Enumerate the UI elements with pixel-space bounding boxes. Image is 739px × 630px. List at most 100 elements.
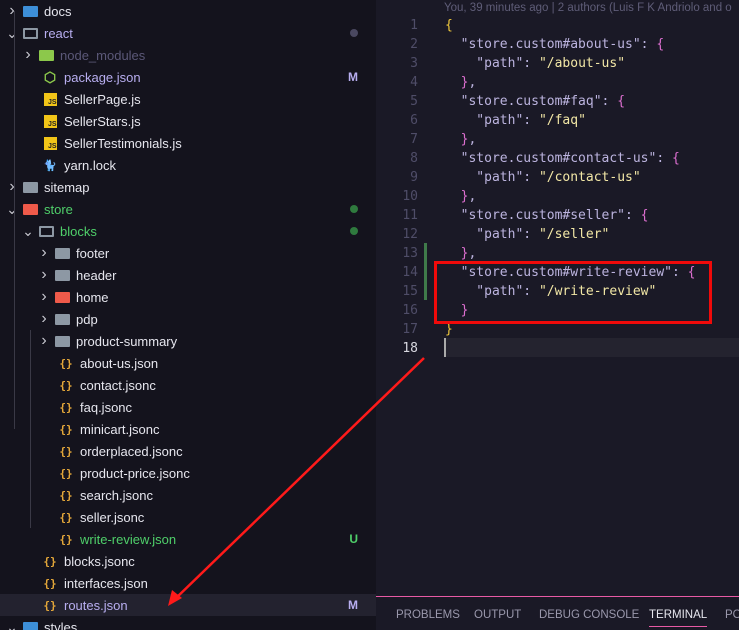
store-folder-icon [22, 202, 38, 216]
explorer-item-contact-jsonc[interactable]: {} contact.jsonc [0, 374, 376, 396]
code-token: "path" [445, 56, 524, 71]
code-token: : [523, 170, 539, 185]
explorer-item-product-summary[interactable]: › product-summary [0, 330, 376, 352]
explorer-item-orderplaced-jsonc[interactable]: {} orderplaced.jsonc [0, 440, 376, 462]
git-status-badge: M [348, 598, 358, 612]
git-status-badge: U [349, 532, 358, 546]
code-token: "store.custom#contact-us" [445, 151, 657, 166]
docs-folder-icon [22, 4, 38, 18]
current-line-highlight [444, 338, 739, 357]
explorer-item-store[interactable]: ⌄ store [0, 198, 376, 220]
explorer-item-label: store [44, 201, 73, 217]
code-line: "store.custom#about-us": { [445, 35, 665, 54]
code-token: "path" [445, 113, 524, 128]
explorer-item-label: interfaces.json [64, 575, 148, 591]
panel-tab-problems[interactable]: PROBLEMS [396, 609, 460, 621]
chevron-right-icon[interactable]: › [36, 311, 52, 327]
explorer-item-seller-jsonc[interactable]: {} seller.jsonc [0, 506, 376, 528]
explorer-item-label: footer [76, 245, 110, 261]
explorer-item-label: about-us.json [80, 355, 159, 371]
code-token: , [468, 246, 477, 261]
explorer-item-label: minicart.jsonc [80, 421, 160, 437]
explorer-item-write-review-json[interactable]: {} write-review.json U [0, 528, 376, 550]
code-line: "store.custom#seller": { [445, 206, 649, 225]
js-icon: JS [42, 92, 58, 106]
explorer-item-search-jsonc[interactable]: {} search.jsonc [0, 484, 376, 506]
explorer-item-sellerpage-js[interactable]: JS SellerPage.js [0, 88, 376, 110]
code-token: : [625, 208, 641, 223]
explorer-item-label: blocks.jsonc [64, 553, 135, 569]
chevron-down-icon[interactable]: ⌄ [4, 620, 20, 630]
explorer-item-minicart-jsonc[interactable]: {} minicart.jsonc [0, 418, 376, 440]
chevron-down-icon[interactable]: ⌄ [4, 202, 20, 216]
explorer-item-label: sitemap [44, 179, 90, 195]
code-line: }, [445, 187, 477, 206]
explorer-item-about-us-json[interactable]: {} about-us.json [0, 352, 376, 374]
chevron-right-icon[interactable]: › [20, 47, 36, 63]
explorer-item-sellertestimonials-js[interactable]: JS SellerTestimonials.js [0, 132, 376, 154]
explorer-item-sitemap[interactable]: › sitemap [0, 176, 376, 198]
code-token: "store.custom#seller" [445, 208, 626, 223]
explorer-item-docs[interactable]: › docs [0, 0, 376, 22]
json-icon: {} [59, 356, 73, 370]
explorer-item-label: SellerTestimonials.js [64, 135, 182, 151]
explorer-item-label: search.jsonc [80, 487, 153, 503]
chevron-right-icon[interactable]: › [36, 333, 52, 349]
explorer-item-package-json[interactable]: ⬡ package.json M [0, 66, 376, 88]
explorer-item-product-price-jsonc[interactable]: {} product-price.jsonc [0, 462, 376, 484]
explorer-item-styles[interactable]: ⌄ styles [0, 616, 376, 630]
explorer-item-label: seller.jsonc [80, 509, 145, 525]
line-number: 14 [402, 265, 418, 280]
panel-tab-terminal[interactable]: TERMINAL [649, 609, 708, 627]
line-number: 8 [410, 151, 418, 166]
explorer-item-faq-jsonc[interactable]: {} faq.jsonc [0, 396, 376, 418]
code-token: { [656, 37, 665, 52]
explorer-item-interfaces-json[interactable]: {} interfaces.json [0, 572, 376, 594]
home-folder-icon [54, 290, 70, 304]
chevron-down-icon[interactable]: ⌄ [4, 26, 20, 40]
json-icon: {} [59, 378, 73, 392]
chevron-right-icon[interactable]: › [36, 289, 52, 305]
js-icon: JS [42, 114, 58, 128]
code-token: "store.custom#faq" [445, 94, 602, 109]
chevron-right-icon[interactable]: › [4, 179, 20, 195]
explorer-item-sellerstars-js[interactable]: JS SellerStars.js [0, 110, 376, 132]
explorer-item-label: pdp [76, 311, 98, 327]
panel-tab-po[interactable]: PO [725, 609, 739, 621]
explorer-item-node-modules[interactable]: › node_modules [0, 44, 376, 66]
code-token: { [671, 151, 680, 166]
line-number: 11 [402, 208, 418, 223]
folder-open-icon [22, 26, 38, 40]
code-line: "path": "/seller" [445, 225, 609, 244]
code-editor[interactable]: You, 39 minutes ago | 2 authors (Luis F … [376, 0, 739, 596]
explorer-item-yarn-lock[interactable]: 🐈 yarn.lock [0, 154, 376, 176]
git-status-dot [350, 205, 358, 213]
explorer-item-react[interactable]: ⌄ react [0, 22, 376, 44]
explorer-item-blocks-jsonc[interactable]: {} blocks.jsonc [0, 550, 376, 572]
panel-tab-debug-console[interactable]: DEBUG CONSOLE [539, 609, 639, 621]
chevron-right-icon[interactable]: › [36, 245, 52, 261]
code-line: }, [445, 73, 477, 92]
explorer-item-blocks[interactable]: ⌄ blocks [0, 220, 376, 242]
chevron-right-icon[interactable]: › [36, 267, 52, 283]
json-icon: {} [43, 554, 57, 568]
code-token: "store.custom#about-us" [445, 37, 641, 52]
explorer-item-header[interactable]: › header [0, 264, 376, 286]
explorer-item-routes-json[interactable]: {} routes.json M [0, 594, 376, 616]
line-number: 9 [410, 170, 418, 185]
explorer-item-footer[interactable]: › footer [0, 242, 376, 264]
chevron-right-icon[interactable]: › [4, 3, 20, 19]
folder-icon [54, 312, 70, 326]
panel-tab-output[interactable]: OUTPUT [474, 609, 521, 621]
git-status-dot [350, 227, 358, 235]
code-token: , [468, 189, 477, 204]
explorer-item-label: write-review.json [80, 531, 177, 547]
explorer-item-label: node_modules [60, 47, 146, 63]
chevron-down-icon[interactable]: ⌄ [20, 224, 36, 238]
explorer-item-label: faq.jsonc [80, 399, 133, 415]
code-token: , [468, 75, 477, 90]
explorer-item-pdp[interactable]: › pdp [0, 308, 376, 330]
indent-guide [30, 330, 31, 528]
explorer-item-home[interactable]: › home [0, 286, 376, 308]
code-token: } [445, 189, 469, 204]
